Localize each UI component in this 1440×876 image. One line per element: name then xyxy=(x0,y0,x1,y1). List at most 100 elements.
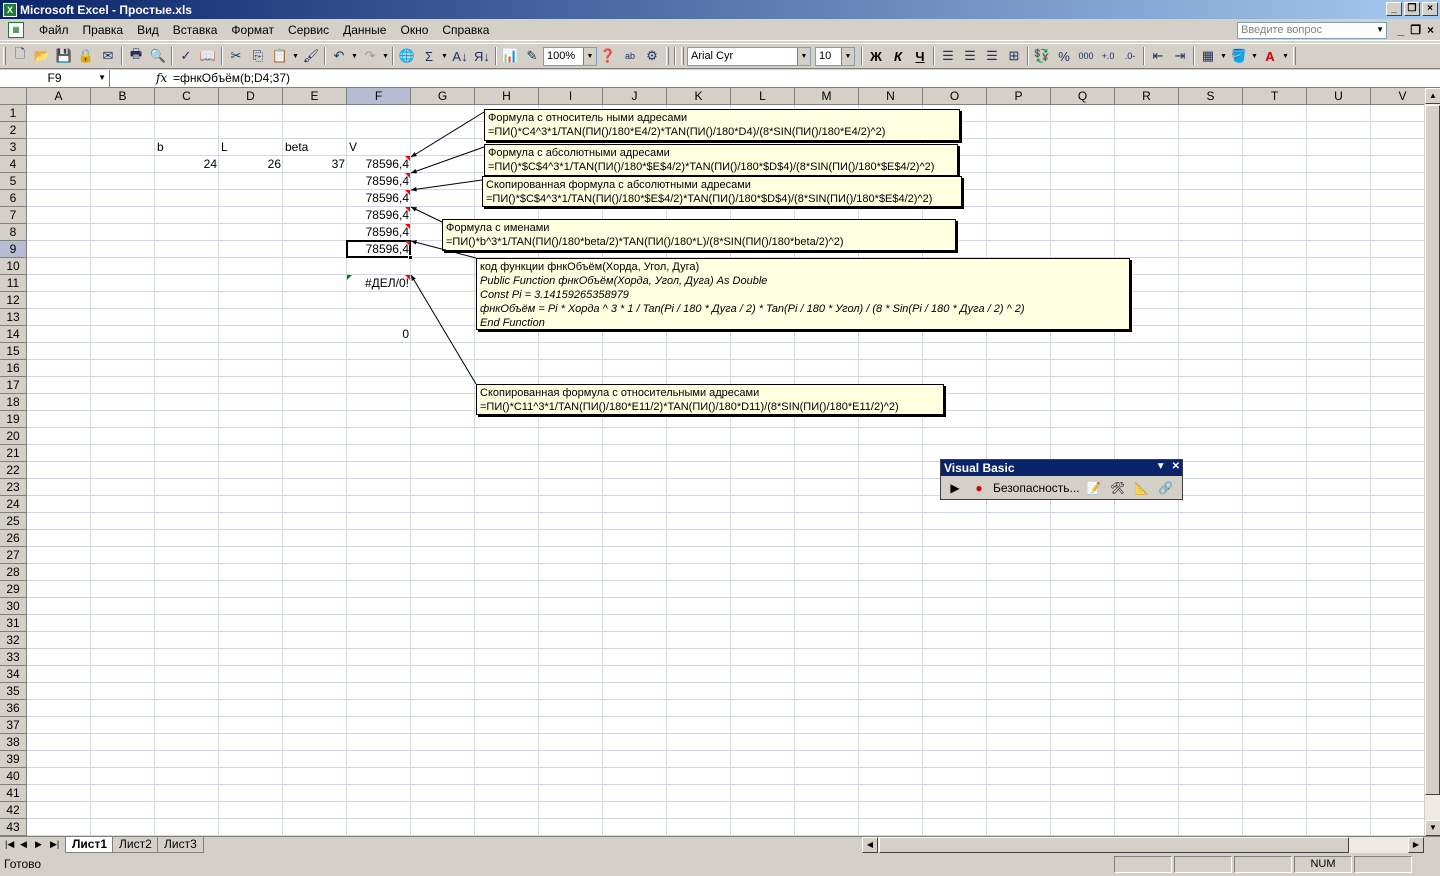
bold-button[interactable]: Ж xyxy=(865,45,887,67)
name-box[interactable]: F9 ▼ xyxy=(0,70,110,87)
workbook-icon[interactable]: ▦ xyxy=(8,21,24,38)
row-header-36[interactable]: 36 xyxy=(0,700,27,717)
align-right-icon[interactable]: ☰ xyxy=(981,45,1003,67)
cell-comment-c1[interactable]: Формула с относитель ными адресами =ПИ()*… xyxy=(484,109,960,141)
open-icon[interactable]: 📂 xyxy=(31,45,53,67)
security-button[interactable]: Безопасность... xyxy=(993,481,1080,495)
horizontal-scrollbar[interactable]: ◀ ▶ xyxy=(862,837,1424,853)
control-toolbox-icon[interactable]: ⚙ xyxy=(641,45,663,67)
cell-f3[interactable]: V xyxy=(347,139,411,156)
sort-ascending-icon[interactable]: A↓ xyxy=(449,45,471,67)
last-sheet-icon[interactable]: ▶| xyxy=(50,839,59,850)
row-header-29[interactable]: 29 xyxy=(0,581,27,598)
zoom-select[interactable]: 100% ▼ xyxy=(543,46,597,66)
percent-button[interactable]: % xyxy=(1053,45,1075,67)
scroll-right-icon[interactable]: ▶ xyxy=(1408,837,1424,853)
insert-function-icon[interactable]: fx xyxy=(156,71,167,85)
row-header-2[interactable]: 2 xyxy=(0,122,27,139)
copy-icon[interactable]: ⎘ xyxy=(247,45,269,67)
cell-c4[interactable]: 24 xyxy=(155,156,219,173)
menu-help[interactable]: Справка xyxy=(435,23,496,37)
row-header-19[interactable]: 19 xyxy=(0,411,27,428)
row-header-22[interactable]: 22 xyxy=(0,462,27,479)
row-header-26[interactable]: 26 xyxy=(0,530,27,547)
format-painter-icon[interactable]: 🖌 xyxy=(300,45,322,67)
cell-comment-c4[interactable]: Формула с именами =ПИ()*b^3*1/TAN(ПИ()/18… xyxy=(442,219,956,251)
sort-descending-icon[interactable]: Я↓ xyxy=(471,45,493,67)
fill-color-icon[interactable]: 🪣 xyxy=(1228,45,1250,67)
column-header-o[interactable]: O xyxy=(923,88,987,105)
menu-insert[interactable]: Вставка xyxy=(166,23,225,37)
paste-dropdown-icon[interactable]: ▼ xyxy=(291,53,300,60)
row-header-33[interactable]: 33 xyxy=(0,649,27,666)
row-header-16[interactable]: 16 xyxy=(0,360,27,377)
column-header-d[interactable]: D xyxy=(219,88,283,105)
email-icon[interactable]: ✉ xyxy=(97,45,119,67)
chevron-down-icon[interactable]: ▼ xyxy=(98,70,106,86)
menu-view[interactable]: Вид xyxy=(130,23,166,37)
row-header-18[interactable]: 18 xyxy=(0,394,27,411)
row-header-27[interactable]: 27 xyxy=(0,547,27,564)
increase-indent-icon[interactable]: ⇥ xyxy=(1169,45,1191,67)
merge-center-icon[interactable]: ⊞ xyxy=(1003,45,1025,67)
cell-comment-c2[interactable]: Формула с абсолютными адресами =ПИ()*$C$4… xyxy=(484,144,958,176)
paste-icon[interactable]: 📋 xyxy=(269,45,291,67)
column-header-j[interactable]: J xyxy=(603,88,667,105)
vertical-scroll-thumb[interactable] xyxy=(1425,105,1440,795)
doc-restore-button[interactable]: ❐ xyxy=(1410,23,1421,37)
select-all-button[interactable] xyxy=(0,88,27,105)
permission-icon[interactable]: 🔒 xyxy=(75,45,97,67)
cell-comment-c3[interactable]: Скопированная формула с абсолютными адре… xyxy=(482,176,962,207)
column-header-g[interactable]: G xyxy=(411,88,475,105)
redo-dropdown-icon[interactable]: ▼ xyxy=(381,53,390,60)
column-header-m[interactable]: M xyxy=(795,88,859,105)
row-header-12[interactable]: 12 xyxy=(0,292,27,309)
decrease-decimal-icon[interactable]: .0- xyxy=(1119,45,1141,67)
prev-sheet-icon[interactable]: ◀ xyxy=(20,839,27,850)
chevron-down-icon[interactable]: ▼ xyxy=(797,47,810,65)
sheet-tab-1[interactable]: Лист1 xyxy=(65,837,115,853)
toolbar-grip[interactable] xyxy=(3,47,6,65)
font-size-select[interactable]: 10 ▼ xyxy=(815,46,855,66)
row-header-10[interactable]: 10 xyxy=(0,258,27,275)
row-header-7[interactable]: 7 xyxy=(0,207,27,224)
row-header-1[interactable]: 1 xyxy=(0,105,27,122)
decrease-indent-icon[interactable]: ⇤ xyxy=(1147,45,1169,67)
menu-data[interactable]: Данные xyxy=(336,23,393,37)
cell-d3[interactable]: L xyxy=(219,139,283,156)
column-header-n[interactable]: N xyxy=(859,88,923,105)
font-name-select[interactable]: Arial Cyr ▼ xyxy=(687,46,811,66)
row-header-40[interactable]: 40 xyxy=(0,768,27,785)
column-header-t[interactable]: T xyxy=(1243,88,1307,105)
row-header-39[interactable]: 39 xyxy=(0,751,27,768)
ask-question-input[interactable]: Введите вопрос ▼ xyxy=(1237,22,1387,39)
form-field-icon[interactable]: ab xyxy=(619,45,641,67)
cell-f6[interactable]: 78596,4 xyxy=(347,190,411,207)
row-header-37[interactable]: 37 xyxy=(0,717,27,734)
cell-e3[interactable]: beta xyxy=(283,139,347,156)
vb-toolbar-title-bar[interactable]: Visual Basic ▼ ✕ xyxy=(941,460,1182,476)
row-header-14[interactable]: 14 xyxy=(0,326,27,343)
column-header-i[interactable]: I xyxy=(539,88,603,105)
row-header-41[interactable]: 41 xyxy=(0,785,27,802)
column-header-b[interactable]: B xyxy=(91,88,155,105)
cell-c3[interactable]: b xyxy=(155,139,219,156)
script-editor-icon[interactable]: 🔗 xyxy=(1156,478,1176,498)
row-header-11[interactable]: 11 xyxy=(0,275,27,292)
print-preview-icon[interactable]: 🔍 xyxy=(147,45,169,67)
align-left-icon[interactable]: ☰ xyxy=(937,45,959,67)
formula-input[interactable]: =фнкОбъём(b;D4;37) xyxy=(173,71,290,85)
chevron-down-icon[interactable]: ▼ xyxy=(583,47,596,65)
design-mode-icon[interactable]: 📐 xyxy=(1132,478,1152,498)
row-header-4[interactable]: 4 xyxy=(0,156,27,173)
row-header-35[interactable]: 35 xyxy=(0,683,27,700)
row-header-25[interactable]: 25 xyxy=(0,513,27,530)
cell-f8[interactable]: 78596,4 xyxy=(347,224,411,241)
new-icon[interactable]: 🗋 xyxy=(9,45,31,67)
record-macro-icon[interactable]: ● xyxy=(969,478,989,498)
cell-comment-c5[interactable]: код функции фнкОбъём(Хорда, Угол, Дуга) P… xyxy=(476,258,1130,330)
research-icon[interactable]: 📖 xyxy=(197,45,219,67)
vb-editor-icon[interactable]: 📝 xyxy=(1084,478,1104,498)
menu-file[interactable]: Файл xyxy=(32,23,76,37)
doc-close-button[interactable]: × xyxy=(1427,23,1434,37)
